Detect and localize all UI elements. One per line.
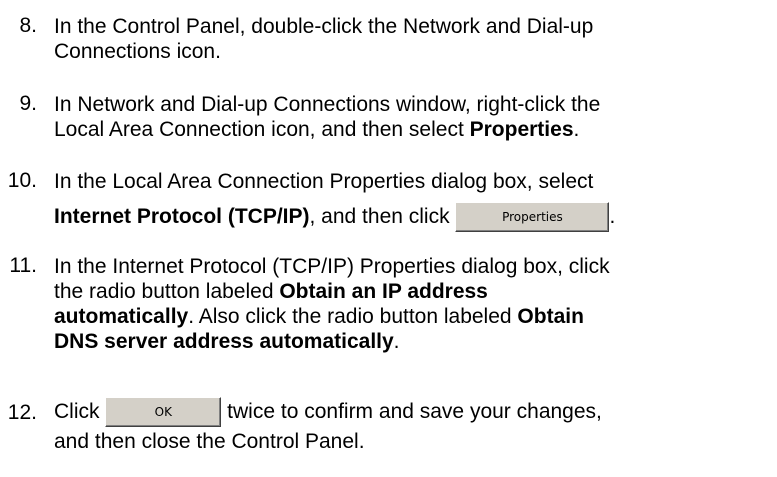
step-text: In the Internet Protocol (TCP/IP) Proper… <box>54 254 774 354</box>
step-number: 12. <box>7 401 37 424</box>
step-line: DNS server address automatically. <box>54 329 774 354</box>
step-line: In Network and Dial-up Connections windo… <box>54 93 601 116</box>
step-text: Click OK twice to confirm and save your … <box>54 395 774 454</box>
properties-button[interactable]: Properties <box>455 202 610 233</box>
text: . <box>573 118 580 141</box>
step-number: 10. <box>7 169 37 192</box>
bold-text: Properties <box>469 118 574 141</box>
text: . Also click the radio button labeled <box>188 305 518 328</box>
text: . <box>609 205 616 228</box>
step-line: the radio button labeled Obtain an IP ad… <box>54 279 774 304</box>
step-line: and then close the Control Panel. <box>54 430 365 453</box>
ok-button[interactable]: OK <box>105 397 222 428</box>
step-line: Local Area Connection icon, and then sel… <box>54 117 774 142</box>
text: Click <box>54 400 106 423</box>
text: . <box>393 330 400 353</box>
bold-text: Obtain <box>517 305 584 328</box>
bold-text: Obtain an IP address <box>279 280 488 303</box>
bold-text: Internet Protocol (TCP/IP) <box>54 205 310 228</box>
text: twice to confirm and save your changes, <box>221 400 602 423</box>
step-line: In the Local Area Connection Properties … <box>54 170 594 193</box>
step-line: automatically. Also click the radio butt… <box>54 304 774 329</box>
text: the radio button labeled <box>54 280 280 303</box>
step-text: In the Control Panel, double-click the N… <box>54 14 774 64</box>
step-number: 9. <box>19 92 37 115</box>
step-line: Internet Protocol (TCP/IP), and then cli… <box>54 201 774 233</box>
text: Local Area Connection icon, and then sel… <box>54 118 470 141</box>
step-line: Connections icon. <box>54 40 221 63</box>
instructions-page: 8. In the Control Panel, double-click th… <box>0 0 777 477</box>
step-text: In the Local Area Connection Properties … <box>54 169 774 233</box>
step-line: In the Control Panel, double-click the N… <box>54 15 594 38</box>
step-number: 8. <box>19 14 37 37</box>
text: , and then click <box>309 205 456 228</box>
bold-text: automatically <box>54 305 189 328</box>
step-text: In Network and Dial-up Connections windo… <box>54 92 774 142</box>
bold-text: DNS server address automatically <box>54 330 394 353</box>
step-line: Click OK twice to confirm and save your … <box>54 395 774 429</box>
step-line: In the Internet Protocol (TCP/IP) Proper… <box>54 255 610 278</box>
step-number: 11. <box>9 254 37 277</box>
